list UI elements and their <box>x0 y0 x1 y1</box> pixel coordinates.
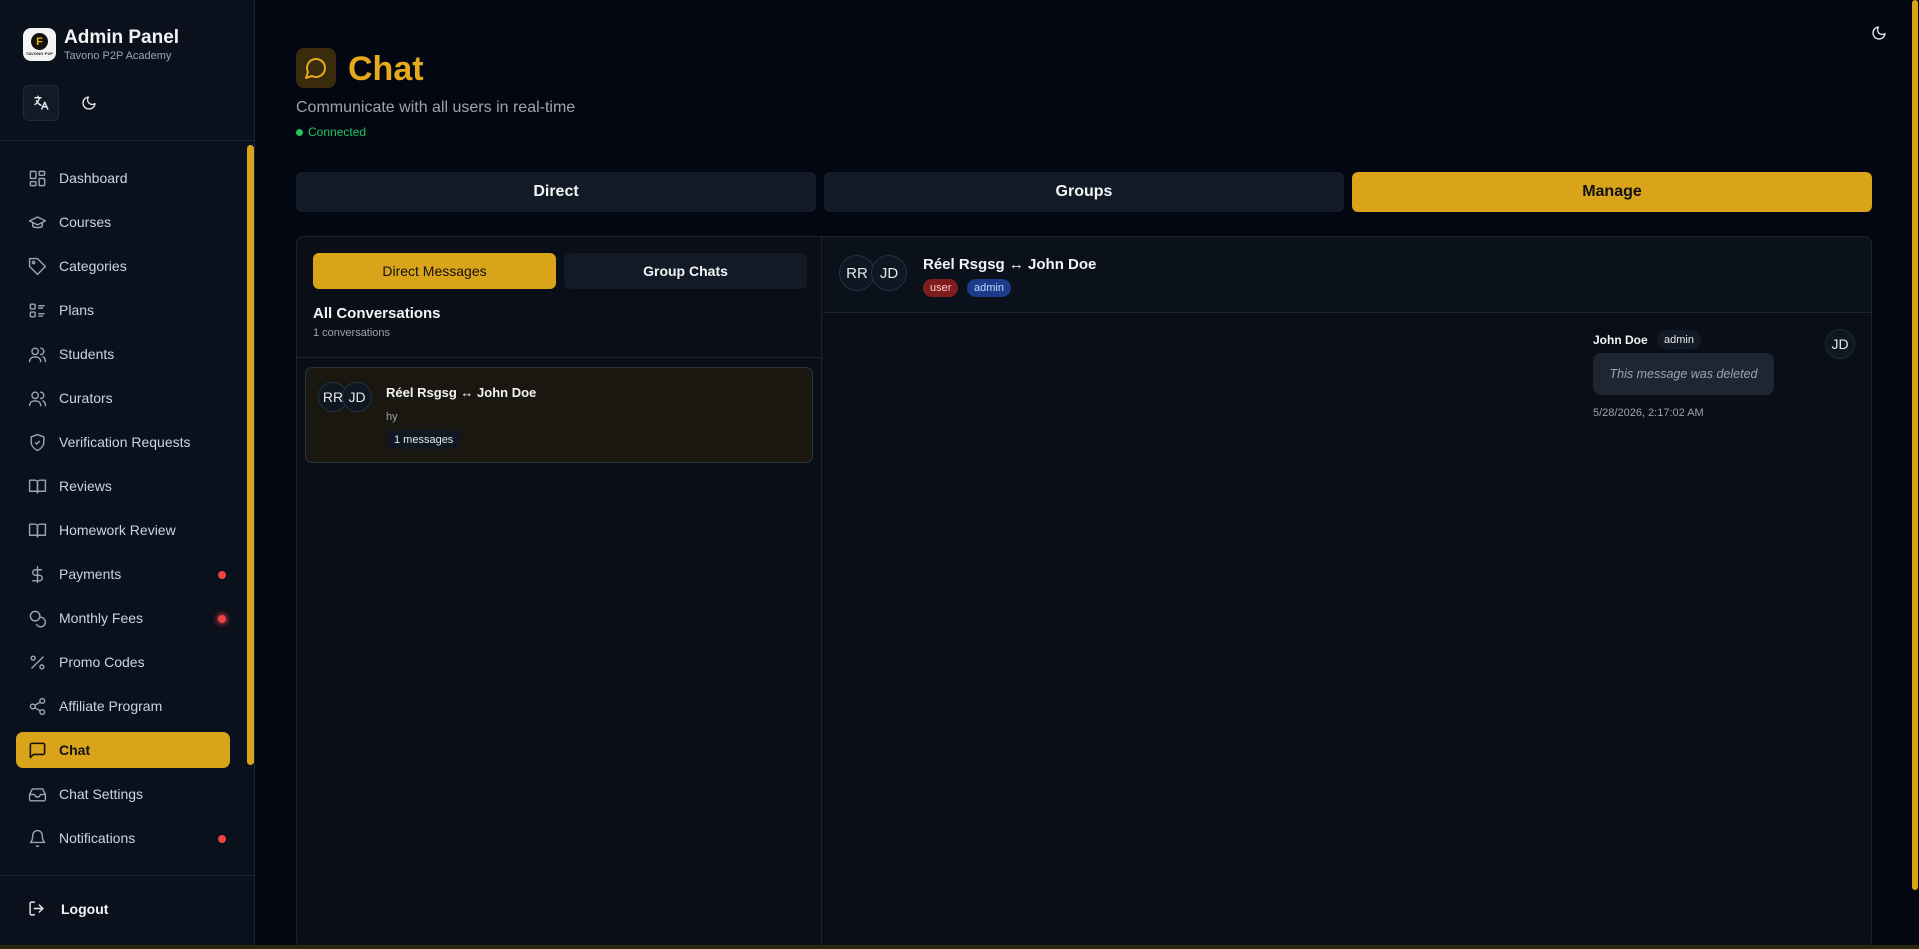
chat-header: RR JD Réel Rsgsg ↔ John Doe user admin <box>823 237 1871 313</box>
list-icon <box>29 302 45 318</box>
tag-icon <box>28 257 47 275</box>
message-count-badge: 1 messages <box>386 430 462 449</box>
sidebar: F TAVONO P2P Admin Panel Tavono P2P Acad… <box>0 0 255 945</box>
page-subtitle: Communicate with all users in real-time <box>296 99 576 116</box>
role-badge-admin: admin <box>967 279 1011 297</box>
conversations-title: All Conversations <box>313 305 441 322</box>
message-role-badge: admin <box>1657 330 1701 349</box>
sidebar-item-categories[interactable]: Categories <box>16 248 230 284</box>
sidebar-item-students[interactable]: Students <box>16 336 230 372</box>
chat-view-pane: RR JD Réel Rsgsg ↔ John Doe user admin J… <box>823 237 1871 947</box>
brand-logo: F TAVONO P2P <box>23 28 56 61</box>
page-scrollbar[interactable] <box>1911 0 1919 945</box>
translate-icon <box>34 95 49 110</box>
sidebar-item-courses[interactable]: Courses <box>16 204 230 240</box>
chat-manager-panel: Direct Messages Group Chats All Conversa… <box>296 236 1872 948</box>
role-badge-user: user <box>923 279 959 297</box>
dashboard-icon <box>29 170 46 186</box>
brand-title: Admin Panel <box>64 27 180 48</box>
conversations-count: 1 conversations <box>313 327 391 339</box>
chat-message: John Doe admin This message was deleted … <box>1571 329 1871 429</box>
sidebar-item-verification-requests[interactable]: Verification Requests <box>16 424 230 460</box>
monthly-fees-alert-dot <box>218 615 226 623</box>
conversation-type-tabs: Direct Messages Group Chats <box>313 253 807 289</box>
notifications-alert-dot <box>218 835 226 843</box>
sidebar-item-notifications[interactable]: Notifications <box>16 820 230 856</box>
moon-icon <box>1872 26 1886 40</box>
status-dot <box>296 128 303 136</box>
conversation-item[interactable]: RR JD Réel Rsgsg ↔ John Doe hy 1 message… <box>305 367 813 463</box>
sidebar-item-chat-settings[interactable]: Chat Settings <box>16 776 230 812</box>
sidebar-scrollbar[interactable] <box>247 145 254 765</box>
sidebar-item-homework-review[interactable]: Homework Review <box>16 512 230 548</box>
moon-icon <box>82 96 96 110</box>
tab-direct-messages[interactable]: Direct Messages <box>313 253 556 289</box>
chat-icon <box>29 742 46 758</box>
brand-subtitle: Tavono P2P Academy <box>64 50 172 62</box>
sidebar-item-dashboard[interactable]: Dashboard <box>16 160 230 196</box>
dollar-icon <box>32 565 43 583</box>
tab-group-chats[interactable]: Group Chats <box>564 253 807 289</box>
message-timestamp: 5/28/2026, 2:17:02 AM <box>1593 407 1704 419</box>
sidebar-item-plans[interactable]: Plans <box>16 292 230 328</box>
coins-icon <box>29 610 47 627</box>
sidebar-item-affiliate-program[interactable]: Affiliate Program <box>16 688 230 724</box>
sidebar-nav: Dashboard Courses Categories Plans Stude… <box>16 160 230 870</box>
page-chat-icon <box>296 48 336 88</box>
users-icon <box>28 390 47 406</box>
sidebar-theme-toggle[interactable] <box>71 85 107 121</box>
avatar: JD <box>1825 329 1855 359</box>
sidebar-item-monthly-fees[interactable]: Monthly Fees <box>16 600 230 636</box>
payments-alert-dot <box>218 571 226 579</box>
book-icon <box>28 522 47 538</box>
percent-icon <box>30 654 45 670</box>
graduation-cap-icon <box>28 215 47 228</box>
connection-status: Connected <box>296 125 366 139</box>
message-bubble: This message was deleted <box>1593 353 1774 395</box>
conversation-preview: hy <box>386 411 398 423</box>
avatar: JD <box>342 382 372 412</box>
shield-check-icon <box>30 433 45 451</box>
users-icon <box>28 346 47 362</box>
inbox-icon <box>28 787 47 802</box>
theme-toggle[interactable] <box>1868 22 1890 44</box>
language-button[interactable] <box>23 85 59 121</box>
bell-icon <box>29 829 46 847</box>
tab-direct[interactable]: Direct <box>296 172 816 212</box>
conversation-list-pane: Direct Messages Group Chats All Conversa… <box>297 237 822 947</box>
tab-manage[interactable]: Manage <box>1352 172 1872 212</box>
page-title: Chat <box>348 50 424 88</box>
book-icon <box>28 478 47 494</box>
brand[interactable]: F TAVONO P2P Admin Panel Tavono P2P Acad… <box>23 27 179 62</box>
sidebar-item-reviews[interactable]: Reviews <box>16 468 230 504</box>
logout-button[interactable]: Logout <box>28 900 108 917</box>
tab-groups[interactable]: Groups <box>824 172 1344 212</box>
chat-bubble-icon <box>305 58 326 79</box>
avatar: JD <box>871 255 907 291</box>
chat-tabs: Direct Groups Manage <box>296 172 1872 212</box>
sidebar-item-curators[interactable]: Curators <box>16 380 230 416</box>
chat-title: Réel Rsgsg ↔ John Doe <box>923 256 1097 273</box>
avatar: RR <box>839 255 875 291</box>
main-content: Chat Communicate with all users in real-… <box>256 0 1919 948</box>
share-icon <box>29 697 46 715</box>
sidebar-item-chat[interactable]: Chat <box>16 732 230 768</box>
logout-icon <box>29 901 44 916</box>
sidebar-item-promo-codes[interactable]: Promo Codes <box>16 644 230 680</box>
message-sender: John Doe <box>1593 333 1648 347</box>
conversation-name: Réel Rsgsg ↔ John Doe <box>386 385 537 400</box>
sidebar-item-payments[interactable]: Payments <box>16 556 230 592</box>
